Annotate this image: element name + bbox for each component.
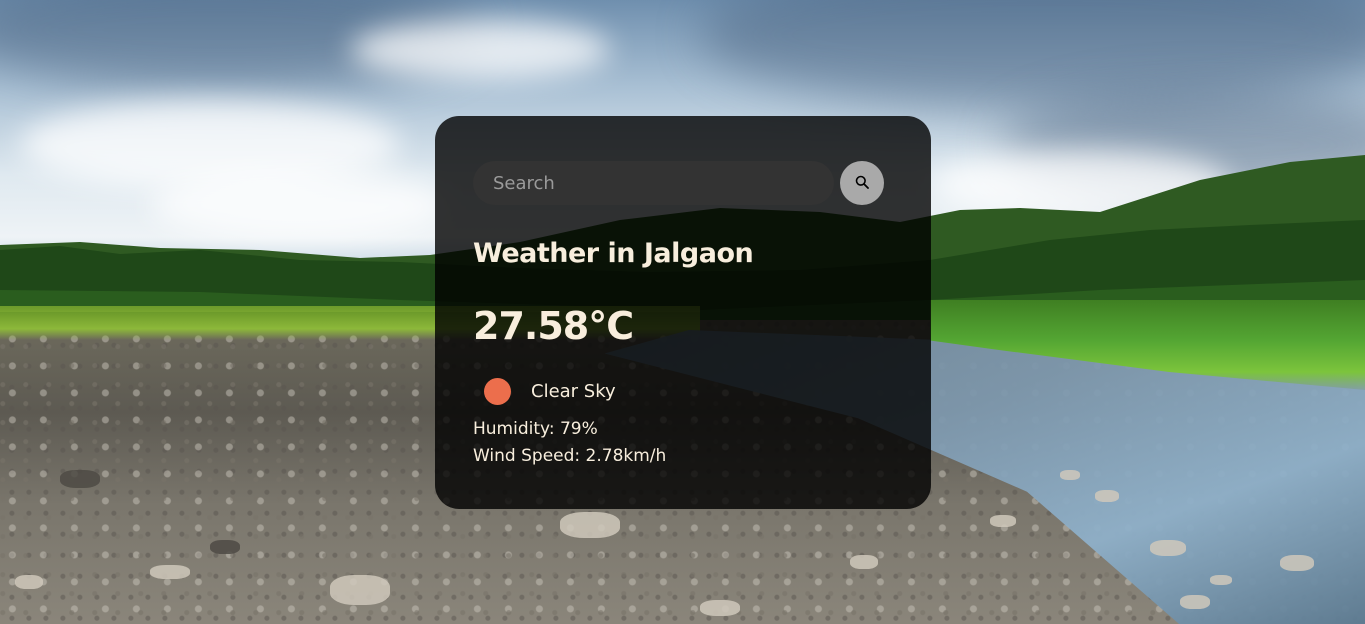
search-input[interactable] (473, 161, 834, 205)
search-bar (473, 161, 884, 205)
clear-sky-icon (484, 378, 511, 405)
description-text: Clear Sky (531, 381, 616, 402)
temperature: 27.58°C (473, 304, 634, 348)
city-title: Weather in Jalgaon (473, 238, 754, 269)
wind-speed-text: Wind Speed: 2.78km/h (473, 446, 667, 466)
search-button[interactable] (840, 161, 884, 205)
humidity-text: Humidity: 79% (473, 419, 598, 439)
weather-card: Weather in Jalgaon 27.58°C Clear Sky Hum… (435, 116, 931, 509)
weather-description: Clear Sky (484, 378, 616, 405)
search-icon (855, 175, 869, 192)
background-landscape: Weather in Jalgaon 27.58°C Clear Sky Hum… (0, 0, 1365, 624)
